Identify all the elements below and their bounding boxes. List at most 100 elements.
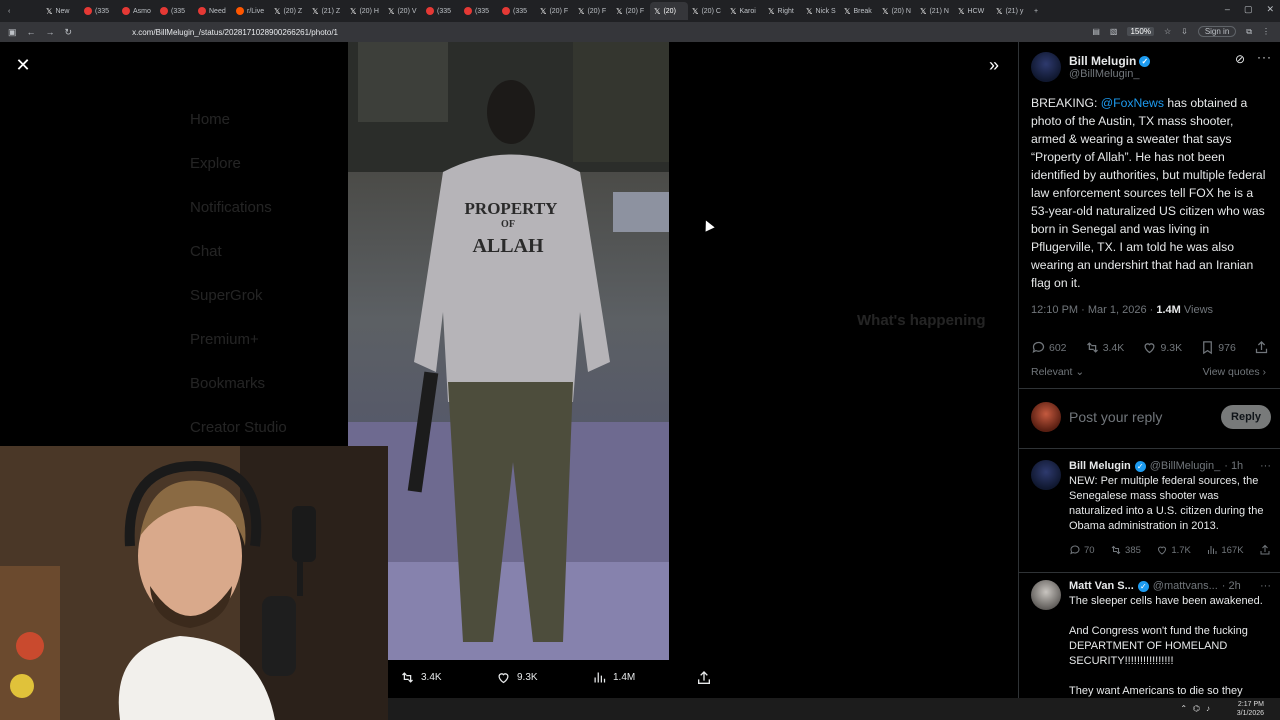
tab-label: (20) N bbox=[891, 7, 911, 15]
zoom-level[interactable]: 150% bbox=[1127, 27, 1154, 36]
more-options-icon[interactable]: ··· bbox=[1260, 580, 1271, 592]
reply-retweet-stat[interactable]: 385 bbox=[1110, 544, 1141, 556]
browser-tab[interactable]: 𝕏 Break bbox=[840, 2, 878, 20]
reply-input[interactable]: Post your reply bbox=[1069, 409, 1221, 425]
browser-tab[interactable]: 𝕏 New bbox=[42, 2, 80, 20]
mention-link[interactable]: @FoxNews bbox=[1101, 96, 1164, 110]
reader-icon[interactable]: ▤ bbox=[1092, 27, 1100, 36]
tweet-stats: 602 3.4K 9.3K 976 bbox=[1031, 340, 1269, 355]
browser-tab[interactable]: 𝕏 Nick S bbox=[802, 2, 840, 20]
browser-tab[interactable]: Need bbox=[194, 2, 232, 20]
browser-tab[interactable]: 𝕏 (21) y bbox=[992, 2, 1030, 20]
minimize-icon[interactable]: – bbox=[1225, 4, 1230, 15]
bookmark-stat[interactable]: 976 bbox=[1200, 340, 1236, 355]
network-icon[interactable]: ⌬ bbox=[1193, 704, 1200, 713]
browser-tab[interactable]: 𝕏 (20) Z bbox=[270, 2, 308, 20]
reply-button[interactable]: Reply bbox=[1221, 405, 1271, 429]
view-quotes-link[interactable]: View quotes › bbox=[1203, 366, 1266, 378]
browser-tab[interactable]: 𝕏 (21) Z bbox=[308, 2, 346, 20]
like-stat[interactable]: 9.3K bbox=[1142, 340, 1182, 355]
share-stat[interactable] bbox=[1254, 340, 1269, 355]
browser-tab[interactable]: (335 bbox=[460, 2, 498, 20]
forward-icon[interactable]: → bbox=[46, 27, 55, 38]
x-icon: 𝕏 bbox=[958, 6, 965, 16]
x-icon: 𝕏 bbox=[654, 6, 661, 16]
browser-tab[interactable]: 𝕏 (21) N bbox=[916, 2, 954, 20]
browser-tab[interactable]: 𝕏 (20) F bbox=[612, 2, 650, 20]
tray-chevron-icon[interactable]: ⌃ bbox=[1180, 704, 1187, 713]
new-tab-icon[interactable]: + bbox=[1030, 2, 1068, 20]
volume-icon[interactable]: ♪ bbox=[1206, 704, 1210, 713]
grok-icon[interactable]: ⊘ bbox=[1235, 52, 1245, 66]
bookmark-star-icon[interactable]: ☆ bbox=[1164, 27, 1171, 36]
screenshot-icon[interactable]: ▧ bbox=[1110, 27, 1118, 36]
more-options-icon[interactable]: ··· bbox=[1257, 50, 1272, 64]
shirt-text-line1: PROPERTY bbox=[465, 199, 558, 218]
reply-reply-stat[interactable]: 70 bbox=[1069, 544, 1095, 556]
avatar[interactable] bbox=[1031, 52, 1061, 82]
extensions-icon[interactable]: ⧉ bbox=[1246, 27, 1252, 37]
sign-in-button[interactable]: Sign in bbox=[1197, 26, 1237, 37]
reply-icon bbox=[1070, 545, 1080, 555]
browser-tab[interactable]: 𝕏 (20) F bbox=[574, 2, 612, 20]
reply-author-name[interactable]: Bill Melugin bbox=[1069, 460, 1131, 472]
media-retweet-button[interactable]: 3.4K bbox=[400, 670, 496, 685]
close-window-icon[interactable]: ✕ bbox=[1266, 4, 1274, 15]
browser-tab[interactable]: (335 bbox=[422, 2, 460, 20]
browser-tab[interactable]: 𝕏 (20) bbox=[650, 2, 688, 20]
tweet-views-label: Views bbox=[1180, 304, 1214, 316]
browser-tab[interactable]: 𝕏 HCW bbox=[954, 2, 992, 20]
reply-item[interactable]: Matt Van S... ✓ @mattvans... · 2h The sleep… bbox=[1031, 580, 1271, 698]
reply-item[interactable]: Bill Melugin ✓ @BillMelugin_ · 1h NEW: Per … bbox=[1031, 460, 1271, 556]
browser-tab[interactable]: (335 bbox=[80, 2, 118, 20]
browser-tab[interactable]: 𝕏 Right bbox=[764, 2, 802, 20]
browser-tab[interactable]: 𝕏 Karoi bbox=[726, 2, 764, 20]
browser-tab[interactable]: 𝕏 (20) F bbox=[536, 2, 574, 20]
browser-tab[interactable]: r/Live bbox=[232, 2, 270, 20]
author-handle[interactable]: @BillMelugin_ bbox=[1069, 68, 1150, 80]
tweet-author[interactable]: Bill Melugin ✓ @BillMelugin_ bbox=[1031, 52, 1151, 82]
reply-share-stat[interactable] bbox=[1259, 544, 1271, 556]
youtube-icon bbox=[502, 7, 510, 15]
tab-label: (335 bbox=[513, 7, 528, 15]
browser-tab[interactable]: 𝕏 (20) H bbox=[346, 2, 384, 20]
background-nav-item: Bookmarks bbox=[190, 375, 266, 392]
browser-tab[interactable]: 𝕏 (20) N bbox=[878, 2, 916, 20]
expand-panel-button[interactable]: » bbox=[982, 54, 1006, 76]
tab-label: New bbox=[55, 7, 70, 15]
sort-dropdown[interactable]: Relevant ⌄ bbox=[1031, 366, 1084, 378]
reply-author-handle[interactable]: @BillMelugin_ bbox=[1150, 460, 1220, 472]
reply-views-stat[interactable]: 167K bbox=[1206, 544, 1244, 556]
menu-icon[interactable]: ⋮ bbox=[1262, 27, 1270, 36]
media-views-button[interactable]: 1.4M bbox=[592, 670, 688, 685]
browser-tab[interactable]: (335 bbox=[156, 2, 194, 20]
more-options-icon[interactable]: ··· bbox=[1260, 460, 1271, 472]
maximize-icon[interactable]: ▢ bbox=[1244, 4, 1253, 15]
close-media-button[interactable]: ✕ bbox=[12, 54, 34, 76]
media-like-button[interactable]: 9.3K bbox=[496, 670, 592, 685]
url-field[interactable]: x.com/BillMelugin_/status/20281710289002… bbox=[132, 28, 338, 37]
avatar[interactable] bbox=[1031, 460, 1061, 490]
share-icon[interactable] bbox=[696, 670, 712, 686]
reply-like-stat[interactable]: 1.7K bbox=[1156, 544, 1191, 556]
sidebar-toggle-icon[interactable]: ▣ bbox=[8, 27, 17, 38]
tab-scroll-left-icon[interactable]: ‹ bbox=[4, 2, 42, 20]
tweet-photo[interactable]: PROPERTY OF ALLAH bbox=[348, 42, 669, 660]
browser-tab[interactable]: 𝕏 (20) C bbox=[688, 2, 726, 20]
browser-tab[interactable]: Asmo bbox=[118, 2, 156, 20]
clock-date: 3/1/2026 bbox=[1236, 710, 1264, 717]
reply-stat[interactable]: 602 bbox=[1031, 340, 1067, 355]
reply-author-name[interactable]: Matt Van S... bbox=[1069, 580, 1134, 592]
reload-icon[interactable]: ↻ bbox=[65, 27, 73, 38]
browser-tab[interactable]: (335 bbox=[498, 2, 536, 20]
retweet-stat[interactable]: 3.4K bbox=[1085, 340, 1124, 355]
author-name[interactable]: Bill Melugin bbox=[1069, 54, 1136, 68]
reply-author-handle[interactable]: @mattvans... bbox=[1153, 580, 1218, 592]
avatar[interactable] bbox=[1031, 580, 1061, 610]
tweet-timestamp[interactable]: 12:10 PM · Mar 1, 2026 · bbox=[1031, 304, 1156, 316]
clock[interactable]: 2:17 PM 3/1/2026 bbox=[1237, 700, 1264, 718]
back-icon[interactable]: ← bbox=[27, 27, 36, 38]
browser-tab[interactable]: 𝕏 (20) V bbox=[384, 2, 422, 20]
downloads-icon[interactable]: ⇩ bbox=[1181, 27, 1188, 36]
background-nav-item: Premium+ bbox=[190, 331, 259, 348]
